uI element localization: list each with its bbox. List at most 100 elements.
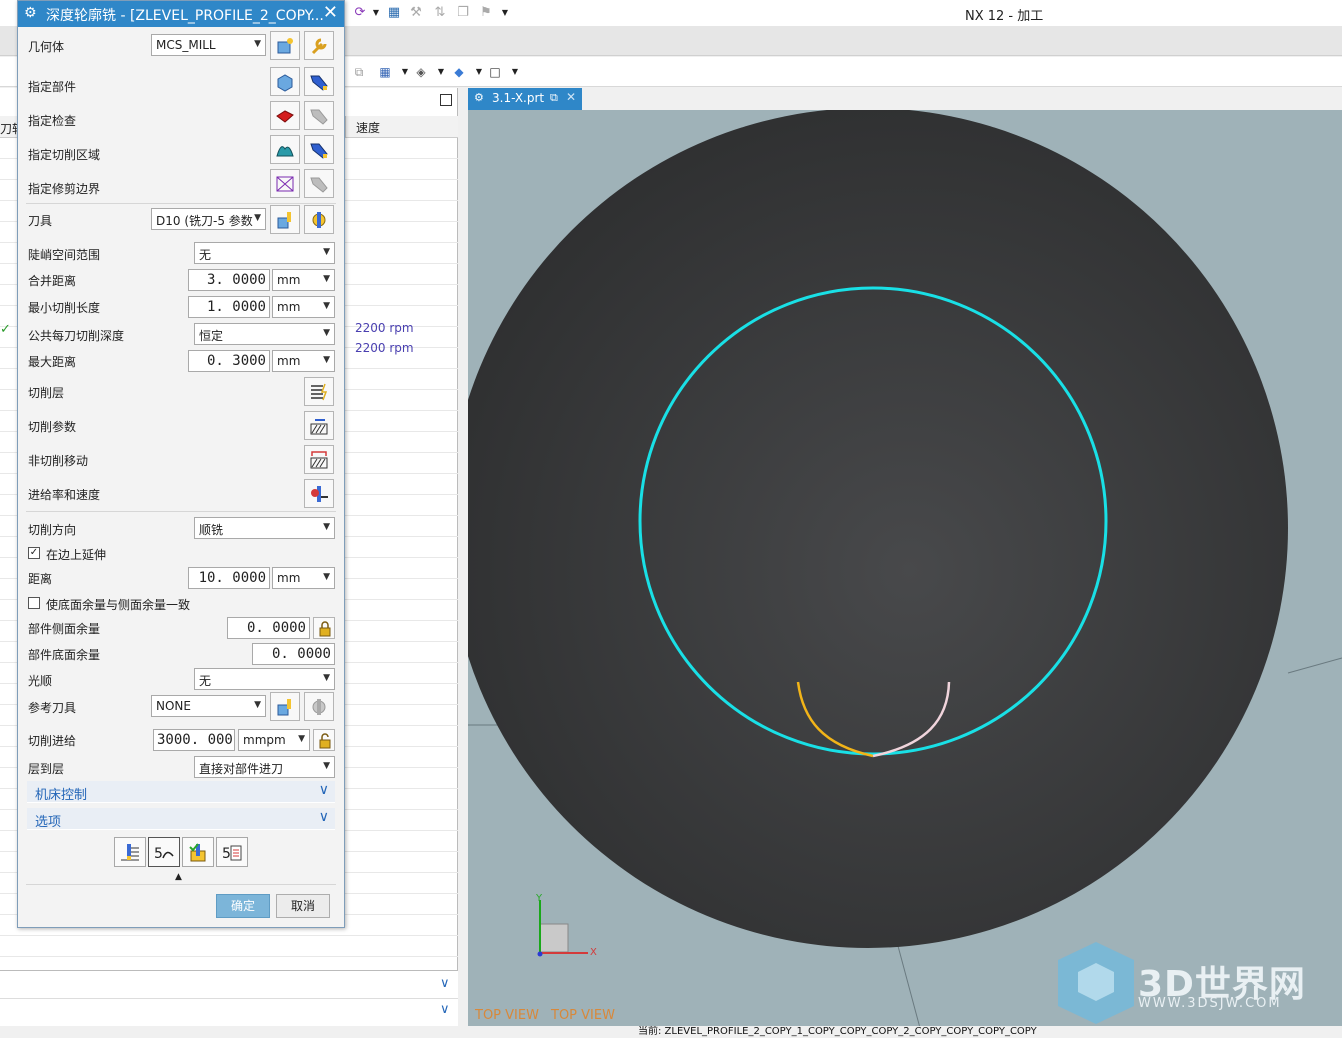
chevron-down-icon[interactable]: ∨	[440, 1002, 450, 1017]
machine-control-section[interactable]: 机床控制 ∨	[27, 781, 335, 803]
select-cut-area-button[interactable]	[270, 135, 300, 164]
report-icon[interactable]: ▦	[386, 5, 402, 21]
flashlight-disabled-icon	[310, 177, 328, 193]
ref-tool-select[interactable]: NONE ▼	[151, 695, 266, 717]
display-cut-area-button[interactable]	[304, 135, 334, 164]
options-section[interactable]: 选项 ∨	[27, 808, 335, 830]
geometry-icon	[277, 38, 293, 54]
floor-stock-input[interactable]: 0. 0000	[252, 643, 335, 665]
details-panel[interactable]: ∨	[0, 970, 458, 998]
geometry-select[interactable]: MCS_MILL ▼	[151, 34, 266, 56]
graphics-viewport[interactable]: Y X	[468, 110, 1342, 1028]
merge-distance-label: 合并距离	[28, 274, 77, 288]
smoothing-select[interactable]: 无 ▼	[194, 668, 335, 690]
layout-icon[interactable]: ⧉	[350, 63, 368, 81]
ok-button[interactable]: 确定	[216, 894, 270, 918]
merge-unit-select[interactable]: mm ▼	[272, 269, 335, 291]
close-icon[interactable]: ✕	[323, 3, 338, 23]
display-part-button[interactable]	[304, 67, 334, 96]
merge-distance-input[interactable]: 3. 0000	[188, 269, 270, 291]
grid-icon[interactable]: ▦	[376, 63, 394, 81]
cancel-button[interactable]: 取消	[276, 894, 330, 918]
side-stock-input[interactable]: 0. 0000	[227, 617, 310, 639]
ref-tool-value: NONE	[156, 699, 191, 713]
same-stock-label: 使底面余量与侧面余量一致	[46, 598, 191, 612]
cut-direction-select[interactable]: 顺铣 ▼	[194, 517, 335, 539]
popout-icon[interactable]: ⧉	[550, 91, 558, 105]
unit-value: mm	[277, 273, 301, 287]
model-canvas[interactable]	[468, 110, 1342, 1028]
min-cut-length-label: 最小切削长度	[28, 301, 101, 315]
feeds-speeds-button[interactable]	[304, 479, 334, 508]
part-body[interactable]	[468, 110, 1288, 948]
max-distance-input[interactable]: 0. 3000	[188, 350, 270, 372]
lock-button[interactable]	[313, 617, 335, 639]
cut-levels-button[interactable]	[304, 377, 334, 406]
refresh-icon[interactable]: ⟳	[352, 5, 368, 21]
chevron-down-icon: ▼	[254, 213, 261, 223]
new-geometry-button[interactable]	[270, 31, 300, 60]
non-cut-moves-button[interactable]	[304, 445, 334, 474]
unlock-button[interactable]	[313, 729, 335, 751]
tab-part-file[interactable]: ⚙ 3.1-X.prt ⧉ ✕	[468, 88, 582, 110]
chevron-down-icon[interactable]: ▼	[432, 63, 450, 81]
dependencies-panel[interactable]: ∨	[0, 998, 458, 1026]
min-cut-length-input[interactable]: 1. 0000	[188, 296, 270, 318]
move-disabled-icon: ⇅	[434, 5, 446, 20]
extend-at-edges-checkbox[interactable]: ✓	[28, 547, 40, 559]
smoothing-label: 光顺	[28, 674, 53, 688]
machine-control-label: 机床控制	[35, 788, 88, 803]
column-header-speed[interactable]: 速度	[345, 116, 458, 138]
edit-tool-button[interactable]	[304, 205, 334, 234]
select-part-button[interactable]	[270, 67, 300, 96]
divider	[26, 884, 336, 885]
edit-geometry-button[interactable]	[304, 31, 334, 60]
new-ref-tool-button[interactable]	[270, 692, 300, 721]
select-trim-button[interactable]	[270, 169, 300, 198]
edge-line	[897, 945, 921, 1028]
steep-select[interactable]: 无 ▼	[194, 242, 335, 264]
verify-button[interactable]	[182, 837, 214, 867]
distance-input[interactable]: 10. 0000	[188, 567, 270, 589]
dialog-title-bar[interactable]: 深度轮廓铣 - [ZLEVEL_PROFILE_2_COPY...	[18, 1, 344, 27]
cut-depth-select[interactable]: 恒定 ▼	[194, 323, 335, 345]
tool-select[interactable]: D10 (铣刀-5 参数 ▼	[151, 208, 266, 230]
flashlight-disabled-icon	[310, 109, 328, 125]
cut-direction-value: 顺铣	[199, 523, 224, 537]
maximize-icon[interactable]	[440, 94, 452, 106]
display-icon[interactable]: ◈	[412, 63, 430, 81]
non-cut-moves-label: 非切削移动	[28, 454, 89, 468]
frame-icon[interactable]: □	[486, 63, 504, 81]
cube-icon[interactable]: ◆	[450, 63, 468, 81]
new-tool-icon	[277, 699, 291, 716]
select-check-button[interactable]	[270, 101, 300, 130]
replay-button[interactable]: 5	[148, 837, 180, 867]
cut-feed-input[interactable]: 3000. 000	[153, 729, 235, 751]
same-stock-checkbox[interactable]	[28, 597, 40, 609]
chevron-down-icon[interactable]: ▼	[506, 63, 524, 81]
min-cut-unit-select[interactable]: mm ▼	[272, 296, 335, 318]
copy-disabled-icon: ❐	[457, 5, 469, 20]
gear-icon: ⚙	[24, 5, 37, 21]
level-to-level-select[interactable]: 直接对部件进刀 ▼	[194, 756, 335, 778]
chevron-down-icon: ▼	[323, 247, 330, 257]
chevron-down-icon: ▼	[323, 572, 330, 582]
generate-button[interactable]	[114, 837, 146, 867]
feeds-speeds-icon	[311, 486, 328, 502]
chevron-down-icon: ∨	[318, 782, 329, 798]
z-axis	[537, 951, 543, 957]
cut-params-button[interactable]	[304, 411, 334, 440]
list-button[interactable]: 5	[216, 837, 248, 867]
max-distance-unit-select[interactable]: mm ▼	[272, 350, 335, 372]
distance-unit-select[interactable]: mm ▼	[272, 567, 335, 589]
chevron-down-icon[interactable]: ▼	[368, 5, 384, 21]
chevron-down-icon: ▼	[323, 328, 330, 338]
chevron-down-icon[interactable]: ∨	[440, 976, 450, 991]
feed-unit-select[interactable]: mmpm ▼	[238, 729, 310, 751]
options-label: 选项	[35, 815, 62, 830]
chevron-up-icon[interactable]: ▲	[175, 872, 182, 882]
specify-part-label: 指定部件	[28, 80, 77, 94]
chevron-down-icon[interactable]: ▼	[497, 5, 513, 21]
close-icon[interactable]: ✕	[566, 90, 576, 104]
new-tool-button[interactable]	[270, 205, 300, 234]
